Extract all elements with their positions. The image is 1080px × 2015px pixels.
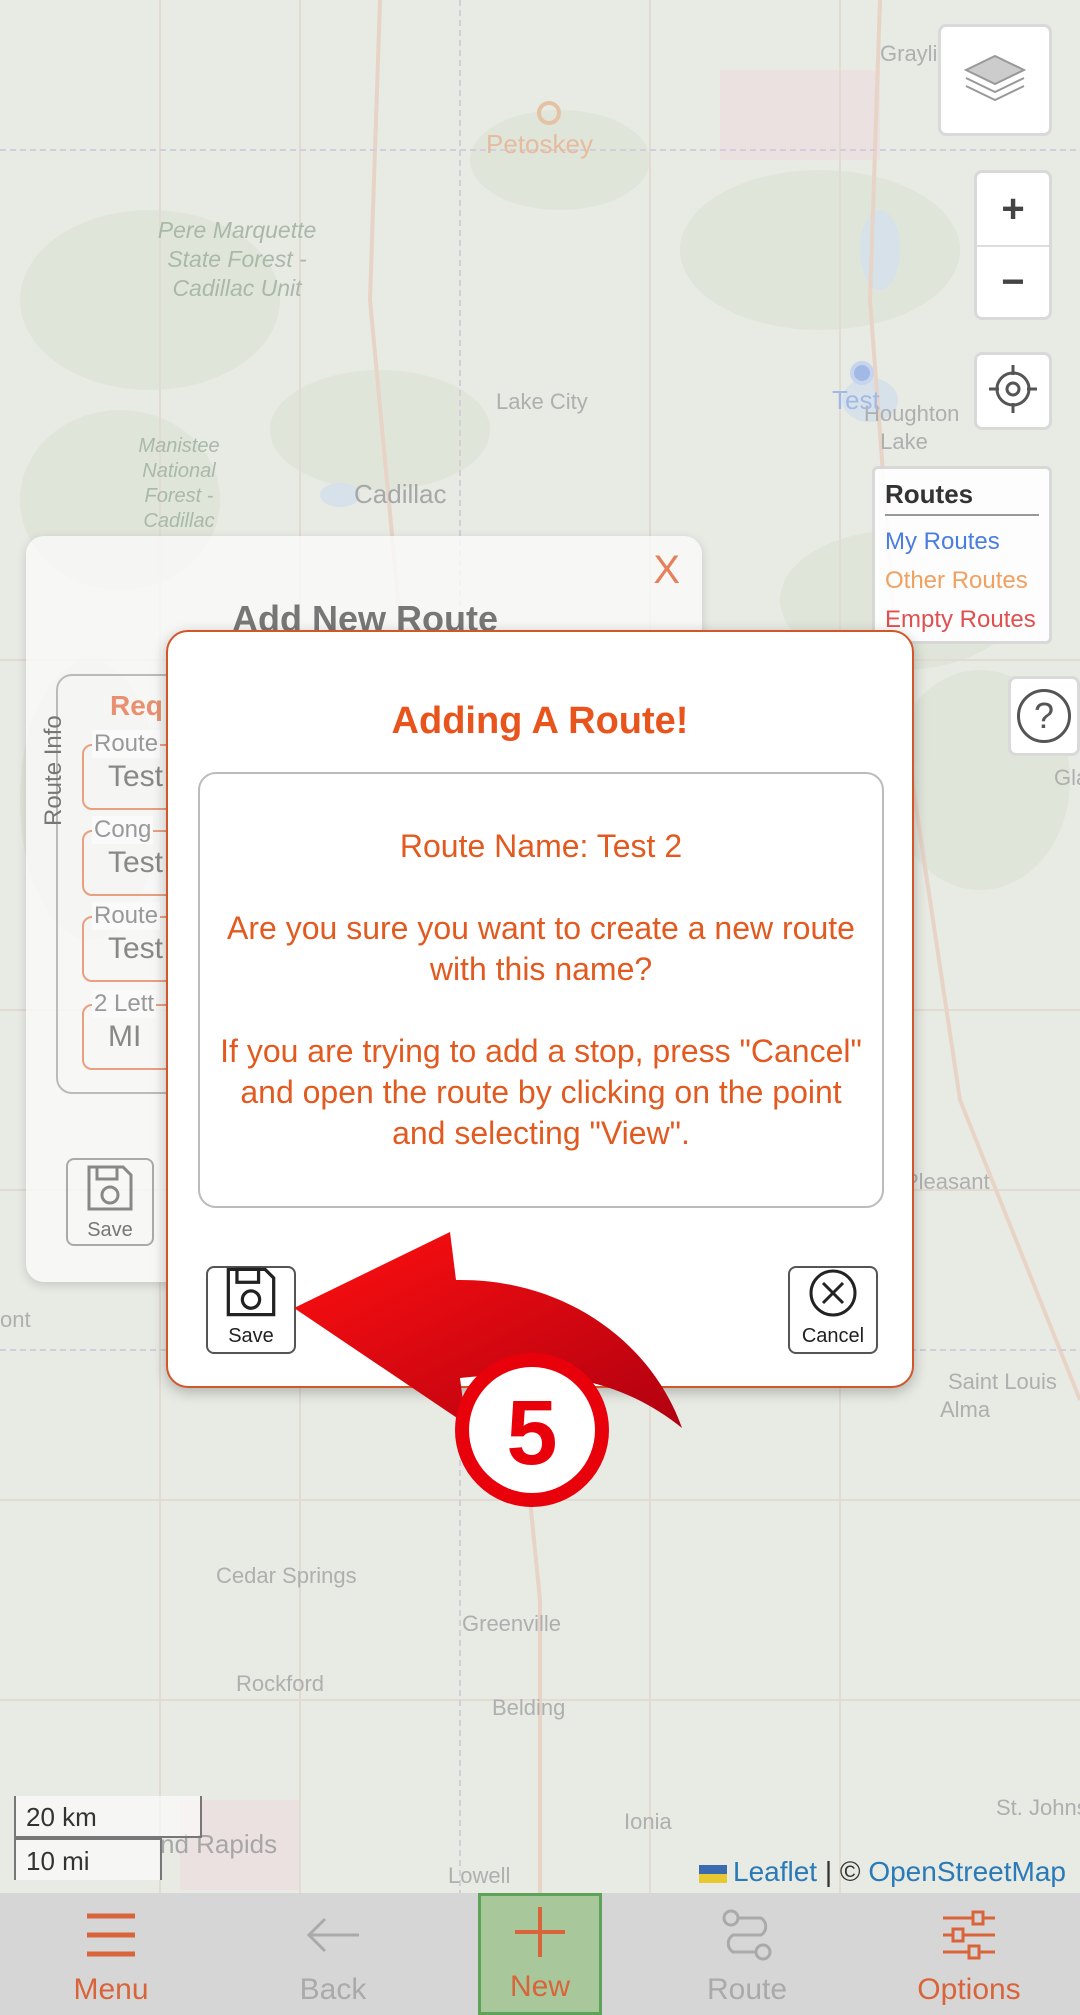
map-label: Gla [1054,765,1080,790]
nav-options[interactable]: Options [858,1893,1080,2015]
map-attribution: Leaflet | © OpenStreetMap [699,1856,1066,1888]
route-point-label[interactable]: Test [832,384,880,417]
map-label: Belding [492,1695,566,1720]
panel-save-button[interactable]: Save [66,1158,154,1246]
sliders-icon [939,1903,999,1967]
map-label: Ionia [624,1809,672,1834]
locate-button[interactable] [974,352,1052,430]
field-value: Test [108,932,164,965]
map-scale: 20 km 10 mi [14,1796,202,1880]
layers-icon [960,48,1030,113]
routes-legend: Routes My Routes Other Routes Empty Rout… [872,466,1052,644]
bottom-nav: Menu Back New Route Options [0,1893,1080,2015]
help-icon: ? [1017,689,1071,743]
curved-arrow-icon: 5 [294,1232,682,1507]
field-label: Cong [92,816,154,844]
plus-icon [513,1900,567,1964]
legend-item-other-routes: Other Routes [885,567,1028,594]
field-value: Test [108,760,164,793]
nav-new[interactable]: New [478,1893,602,2015]
map-label: Rockford [236,1671,325,1696]
map-label: St. Johns [996,1795,1080,1820]
route-icon [717,1903,777,1967]
save-label: Save [228,1325,274,1347]
nav-label: Options [917,1973,1021,2006]
nav-label: New [509,1970,570,2003]
map-label: Greenville [462,1611,562,1636]
map-label: Lake City [496,389,588,414]
back-arrow-icon [303,1903,363,1967]
legend-item-empty-routes: Empty Routes [885,606,1036,633]
nav-back[interactable]: Back [222,1893,444,2015]
leaflet-link[interactable]: Leaflet [733,1856,817,1887]
flag-icon [699,1864,727,1883]
field-label: 2 Lett [92,990,157,1018]
map-label: Lowell [448,1863,511,1888]
map-label: Petoskey [486,129,593,159]
panel-close-button[interactable]: X [653,548,680,593]
field-value: Test [108,846,164,879]
zoom-out-button[interactable]: − [977,245,1049,317]
dialog-message-box: Route Name: Test 2 Are you sure you want… [198,772,884,1208]
field-label: Route [92,730,161,758]
zoom-in-button[interactable]: + [977,173,1049,245]
hint-text: If you are trying to add a stop, press "… [220,1033,862,1151]
crosshair-icon [985,361,1041,422]
map-label: Cadillac [354,479,447,509]
map-label: Alma [940,1397,991,1422]
step-number: 5 [506,1382,557,1484]
route-info-label: Route Info [40,715,67,826]
confirm-text: Are you sure you want to create a new ro… [227,910,855,987]
field-label: Route [92,902,161,930]
menu-icon [83,1903,139,1967]
save-label: Save [87,1218,133,1241]
nav-route[interactable]: Route [636,1893,858,2015]
legend-item-my-routes: My Routes [885,528,1000,555]
dialog-title: Adding A Route! [391,700,689,742]
legend-title: Routes [885,479,1039,516]
map-label: ont [0,1307,31,1332]
cancel-label: Cancel [801,1325,865,1347]
nav-label: Back [299,1973,367,2006]
step-annotation: 5 [290,1228,710,1513]
nav-menu[interactable]: Menu [0,1893,222,2015]
floppy-disk-icon [85,1163,135,1219]
field-value: MI [108,1020,142,1053]
map-label: Cedar Springs [216,1563,357,1588]
osm-link[interactable]: OpenStreetMap [868,1856,1066,1887]
required-label: Req [110,690,163,721]
scale-mi: 10 mi [14,1838,162,1880]
zoom-control: + − [974,170,1052,320]
cancel-button[interactable]: Cancel [788,1266,878,1354]
scale-km: 20 km [14,1796,202,1838]
nav-label: Menu [73,1973,149,2006]
floppy-disk-icon [224,1265,278,1325]
layers-button[interactable] [938,24,1052,136]
close-circle-icon [807,1267,859,1325]
save-button[interactable]: Save [206,1266,296,1354]
map-label: Manistee National Forest - Cadillac [138,435,220,532]
map-label: Pleasant [904,1169,990,1194]
help-button[interactable]: ? [1008,676,1080,756]
map-label: Saint Louis [948,1369,1057,1394]
nav-label: Route [706,1973,788,2006]
attribution-separator: | © [817,1856,869,1887]
route-name-text: Route Name: Test 2 [399,828,683,864]
map-label: Pere Marquette State Forest - Cadillac U… [157,217,317,301]
